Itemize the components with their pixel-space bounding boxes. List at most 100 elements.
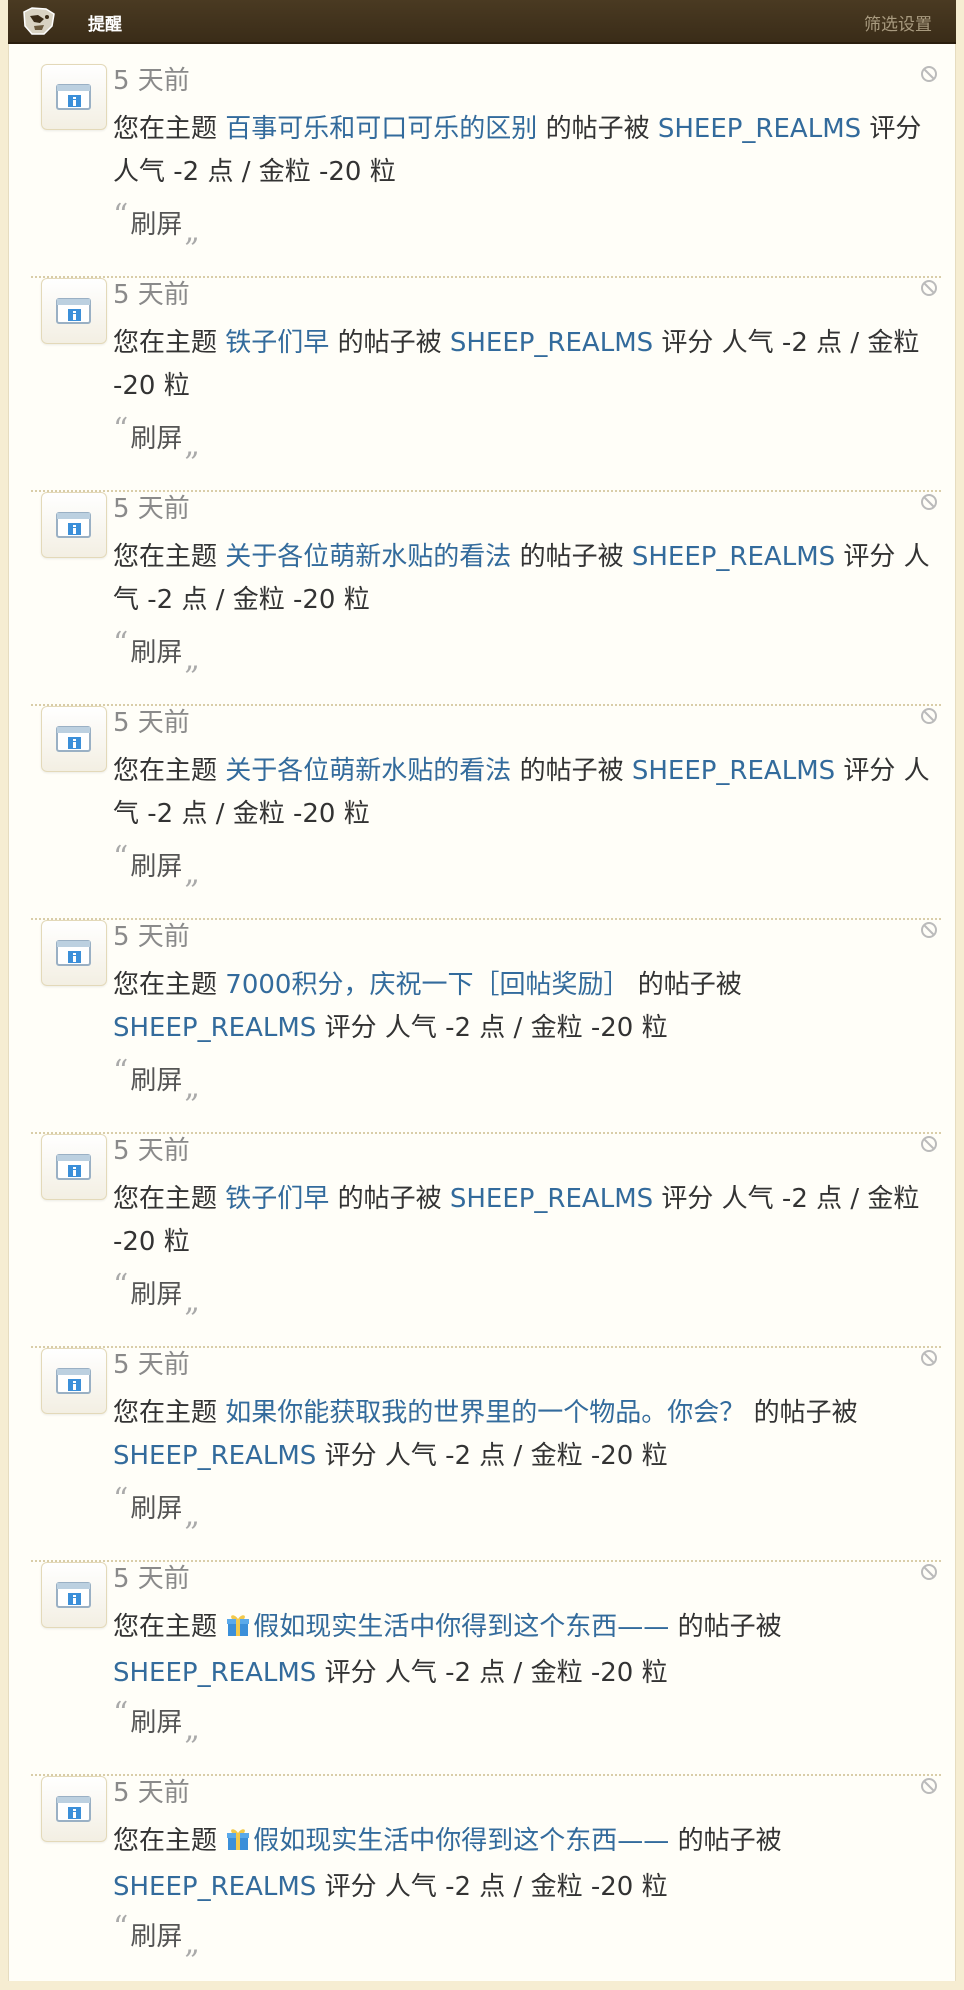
- topic-link[interactable]: 如果你能获取我的世界里的一个物品。你会？: [225, 1398, 745, 1428]
- notification-message: 您在主题 假如现实生活中你得到这个东西—— 的帖子被 SHEEP_REALMS …: [113, 1820, 933, 1909]
- topic-link[interactable]: 关于各位萌新水贴的看法: [225, 542, 511, 572]
- filter-settings-link[interactable]: 筛选设置: [864, 10, 932, 35]
- topic-link[interactable]: 铁子们早: [225, 1184, 329, 1214]
- notification-icon: [41, 1562, 107, 1628]
- dismiss-icon[interactable]: [919, 920, 939, 940]
- message-mid: 的帖子被: [519, 756, 624, 786]
- dismiss-icon[interactable]: [919, 1776, 939, 1796]
- dismiss-icon[interactable]: [919, 1134, 939, 1154]
- user-link[interactable]: SHEEP_REALMS: [450, 1184, 653, 1214]
- topic-link[interactable]: 铁子们早: [225, 328, 329, 358]
- notification-item: 5 天前 您在主题 铁子们早 的帖子被 SHEEP_REALMS 评分 人气 -2…: [31, 1134, 941, 1348]
- notification-time: 5 天前: [113, 1778, 190, 1808]
- top-bar: 提醒 筛选设置: [8, 0, 956, 44]
- notification-time: 5 天前: [113, 1136, 190, 1166]
- gift-icon: [225, 1823, 251, 1866]
- message-prefix: 您在主题: [113, 1612, 218, 1642]
- notification-icon: [41, 492, 107, 558]
- close-quote-icon: „: [184, 1498, 200, 1533]
- message-mid: 的帖子被: [637, 970, 742, 1000]
- message-mid: 的帖子被: [677, 1612, 782, 1642]
- reason-text: 刷屏: [130, 1708, 183, 1738]
- topic-link[interactable]: 百事可乐和可口可乐的区别: [225, 114, 537, 144]
- dismiss-icon[interactable]: [919, 64, 939, 84]
- message-mid: 的帖子被: [677, 1826, 782, 1856]
- open-quote-icon: “: [113, 198, 129, 233]
- open-quote-icon: “: [113, 1696, 129, 1731]
- close-quote-icon: „: [184, 856, 200, 891]
- rating-reason: “刷屏„: [113, 198, 200, 249]
- close-quote-icon: „: [184, 1284, 200, 1319]
- dismiss-icon[interactable]: [919, 706, 939, 726]
- open-quote-icon: “: [113, 626, 129, 661]
- message-prefix: 您在主题: [113, 114, 218, 144]
- rating-reason: “刷屏„: [113, 626, 200, 677]
- notification-message: 您在主题 7000积分，庆祝一下［回帖奖励］ 的帖子被 SHEEP_REALMS…: [113, 964, 933, 1050]
- dismiss-icon[interactable]: [919, 1348, 939, 1368]
- close-quote-icon: „: [184, 1712, 200, 1747]
- notification-time: 5 天前: [113, 1350, 190, 1380]
- message-mid: 的帖子被: [337, 1184, 442, 1214]
- dismiss-icon[interactable]: [919, 1562, 939, 1582]
- rating-reason: “刷屏„: [113, 1268, 200, 1319]
- topic-link[interactable]: 假如现实生活中你得到这个东西——: [225, 1612, 669, 1642]
- message-mid: 的帖子被: [753, 1398, 858, 1428]
- notification-icon: [41, 920, 107, 986]
- user-link[interactable]: SHEEP_REALMS: [632, 756, 835, 786]
- notification-icon: [41, 64, 107, 130]
- notification-item: 5 天前您在主题 如果你能获取我的世界里的一个物品。你会？ 的帖子被 SHEEP…: [31, 1348, 941, 1562]
- notification-item: 5 天前 您在主题 关于各位萌新水贴的看法 的帖子被 SHEEP_REALMS 评…: [31, 706, 941, 920]
- user-link[interactable]: SHEEP_REALMS: [113, 1658, 316, 1688]
- sheep-logo-icon[interactable]: [20, 6, 58, 38]
- topic-title: 关于各位萌新水贴的看法: [225, 542, 512, 572]
- notification-message: 您在主题 关于各位萌新水贴的看法 的帖子被 SHEEP_REALMS 评分 人气…: [113, 536, 933, 622]
- topic-link[interactable]: 关于各位萌新水贴的看法: [225, 756, 511, 786]
- reason-text: 刷屏: [130, 210, 183, 240]
- notification-message: 您在主题 铁子们早 的帖子被 SHEEP_REALMS 评分 人气 -2 点 /…: [113, 322, 933, 408]
- user-link[interactable]: SHEEP_REALMS: [113, 1013, 316, 1043]
- open-quote-icon: “: [113, 1054, 129, 1089]
- reason-text: 刷屏: [130, 1066, 183, 1096]
- notification-icon: [41, 706, 107, 772]
- rating-text: 评分 人气 -2 点 / 金粒 -20 粒: [324, 1658, 668, 1688]
- user-link[interactable]: SHEEP_REALMS: [113, 1441, 316, 1471]
- topic-title: 百事可乐和可口可乐的区别: [225, 114, 538, 144]
- user-link[interactable]: SHEEP_REALMS: [113, 1872, 316, 1902]
- notification-item: 5 天前您在主题 假如现实生活中你得到这个东西—— 的帖子被 SHEEP_REA…: [31, 1562, 941, 1776]
- topic-title: 7000积分，庆祝一下［回帖奖励］: [225, 970, 630, 1000]
- notification-time: 5 天前: [113, 922, 190, 952]
- notification-item: 5 天前 您在主题 百事可乐和可口可乐的区别 的帖子被 SHEEP_REALMS …: [31, 64, 941, 278]
- rating-text: 评分 人气 -2 点 / 金粒 -20 粒: [324, 1441, 668, 1471]
- page-title: 提醒: [88, 15, 122, 35]
- message-prefix: 您在主题: [113, 1398, 218, 1428]
- message-prefix: 您在主题: [113, 1826, 218, 1856]
- user-link[interactable]: SHEEP_REALMS: [658, 114, 861, 144]
- user-link[interactable]: SHEEP_REALMS: [450, 328, 653, 358]
- topic-title: 铁子们早: [225, 1184, 330, 1214]
- rating-text: 评分 人气 -2 点 / 金粒 -20 粒: [324, 1013, 668, 1043]
- reason-text: 刷屏: [130, 852, 183, 882]
- notification-message: 您在主题 百事可乐和可口可乐的区别 的帖子被 SHEEP_REALMS 评分 人…: [113, 108, 933, 194]
- topic-title: 铁子们早: [225, 328, 330, 358]
- dismiss-icon[interactable]: [919, 492, 939, 512]
- rating-reason: “刷屏„: [113, 1054, 200, 1105]
- message-mid: 的帖子被: [519, 542, 624, 572]
- message-mid: 的帖子被: [337, 328, 442, 358]
- user-link[interactable]: SHEEP_REALMS: [632, 542, 835, 572]
- notification-time: 5 天前: [113, 708, 190, 738]
- reason-text: 刷屏: [130, 1494, 183, 1524]
- message-prefix: 您在主题: [113, 328, 218, 358]
- notification-time: 5 天前: [113, 1564, 190, 1594]
- rating-reason: “刷屏„: [113, 1482, 200, 1533]
- notification-icon: [41, 1776, 107, 1842]
- dismiss-icon[interactable]: [919, 278, 939, 298]
- rating-reason: “刷屏„: [113, 1910, 200, 1961]
- topic-link[interactable]: 7000积分，庆祝一下［回帖奖励］: [225, 970, 629, 1000]
- rating-reason: “刷屏„: [113, 412, 200, 463]
- open-quote-icon: “: [113, 1482, 129, 1517]
- topic-link[interactable]: 假如现实生活中你得到这个东西——: [225, 1826, 669, 1856]
- reason-text: 刷屏: [130, 424, 183, 454]
- message-mid: 的帖子被: [545, 114, 650, 144]
- message-prefix: 您在主题: [113, 756, 218, 786]
- open-quote-icon: “: [113, 840, 129, 875]
